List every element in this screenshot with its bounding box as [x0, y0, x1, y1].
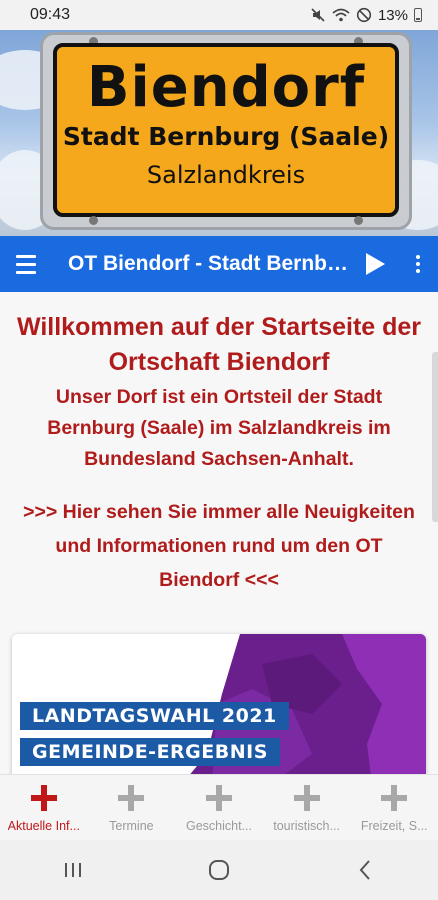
- plus-icon: [118, 785, 145, 811]
- app-bar-title: OT Biendorf - Stadt Bernburg (Saale): [68, 252, 352, 275]
- app-root: 09:43 13% Biendorf Stadt Bernburg (Saale…: [0, 0, 438, 900]
- battery-icon: [414, 8, 422, 22]
- nav-label: Aktuelle Inf...: [7, 819, 80, 833]
- nav-label: touristisch...: [273, 819, 340, 833]
- nav-item-freizeit[interactable]: Freizeit, S...: [350, 775, 438, 840]
- app-bar: OT Biendorf - Stadt Bernburg (Saale): [0, 236, 438, 292]
- sign-line-2: Stadt Bernburg (Saale): [62, 122, 390, 151]
- sign-title: Biendorf: [86, 55, 366, 120]
- plus-icon: [381, 785, 408, 811]
- wifi-icon: [332, 8, 350, 22]
- bottom-navigation: Aktuelle Inf... Termine Geschicht... tou…: [0, 774, 438, 840]
- status-bar: 09:43 13%: [0, 0, 438, 30]
- plus-icon: [30, 785, 57, 811]
- nav-item-aktuelle-infos[interactable]: Aktuelle Inf...: [0, 775, 88, 840]
- main-content: Willkommen auf der Startseite der Ortsch…: [0, 292, 438, 774]
- system-navigation-bar: [0, 840, 438, 900]
- nav-item-geschichte[interactable]: Geschicht...: [175, 775, 263, 840]
- card-banner-1: LANDTAGSWAHL 2021: [20, 702, 289, 730]
- mute-icon: [311, 8, 325, 22]
- recent-apps-icon[interactable]: [43, 848, 103, 892]
- nav-item-termine[interactable]: Termine: [88, 775, 176, 840]
- intro-text: Unser Dorf ist ein Ortsteil der Stadt Be…: [47, 386, 391, 470]
- town-sign: Biendorf Stadt Bernburg (Saale) Salzland…: [40, 32, 412, 230]
- news-hint-text: >>> Hier sehen Sie immer alle Neuigkeite…: [23, 501, 415, 591]
- plus-icon: [205, 785, 232, 811]
- nav-item-touristisches[interactable]: touristisch...: [263, 775, 351, 840]
- more-options-icon[interactable]: [398, 236, 438, 292]
- nav-label: Freizeit, S...: [360, 819, 428, 833]
- header-image: Biendorf Stadt Bernburg (Saale) Salzland…: [0, 30, 438, 236]
- back-icon[interactable]: [335, 848, 395, 892]
- news-card[interactable]: LANDTAGSWAHL 2021 GEMEINDE-ERGEBNIS: [12, 634, 426, 774]
- play-icon[interactable]: [352, 236, 398, 292]
- sign-line-3: Salzlandkreis: [146, 161, 306, 189]
- nav-label: Geschicht...: [185, 819, 252, 833]
- welcome-heading: Willkommen auf der Startseite der Ortsch…: [16, 313, 422, 376]
- home-icon[interactable]: [189, 848, 249, 892]
- status-time: 09:43: [30, 6, 71, 23]
- do-not-disturb-icon: [356, 7, 372, 23]
- nav-label: Termine: [109, 819, 154, 833]
- plus-icon: [293, 785, 320, 811]
- card-banner-2: GEMEINDE-ERGEBNIS: [20, 738, 280, 766]
- scrollbar[interactable]: [432, 352, 438, 522]
- battery-percent: 13%: [377, 6, 408, 24]
- status-icons: 13%: [310, 7, 422, 24]
- menu-icon[interactable]: [0, 236, 52, 292]
